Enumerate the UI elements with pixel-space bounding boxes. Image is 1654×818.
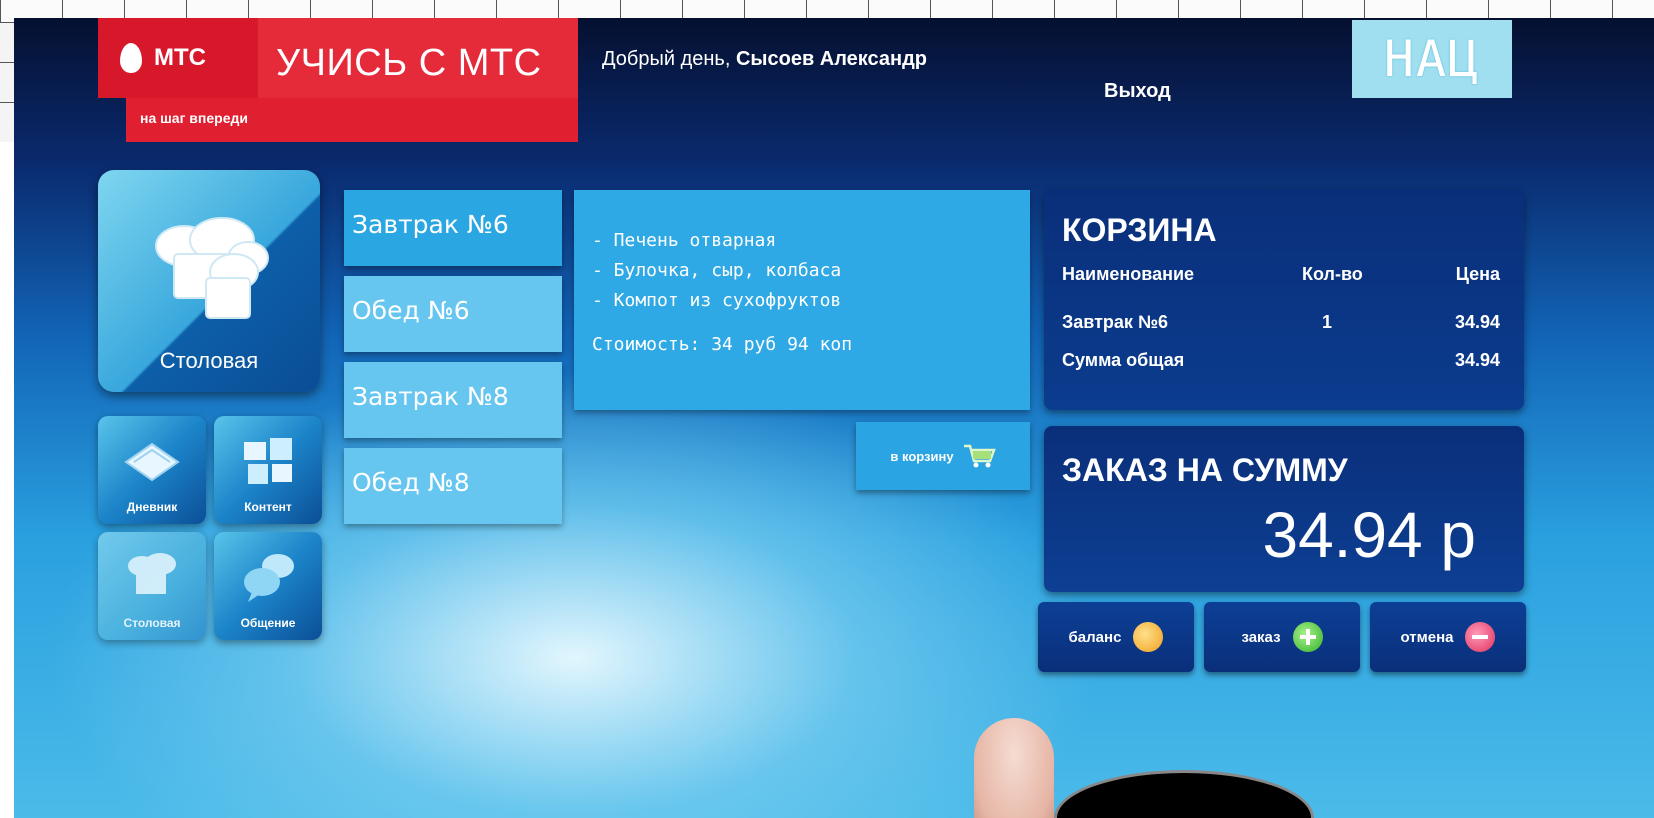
cart-header-row: Наименование Кол-во Цена <box>1062 264 1500 294</box>
order-title: ЗАКАЗ НА СУММУ <box>1062 452 1348 488</box>
mts-egg-icon <box>120 43 142 73</box>
menu-item-breakfast-6[interactable]: Завтрак №6 <box>344 190 562 266</box>
kiosk-screen: МТС УЧИСЬ С МТС на шаг впереди Добрый де… <box>14 18 1654 818</box>
order-label: заказ <box>1241 628 1281 646</box>
finger-pointer <box>974 718 1054 818</box>
plus-icon <box>1292 622 1323 652</box>
cancel-label: отмена <box>1400 628 1454 646</box>
shopping-cart-icon <box>963 444 996 468</box>
tile-diary[interactable]: Дневник <box>98 416 206 524</box>
tile-communication[interactable]: Общение <box>214 532 322 640</box>
canteen-main-label: Столовая <box>159 348 259 373</box>
order-button[interactable]: заказ <box>1204 602 1360 672</box>
meal-detail-line: - Булочка, сыр, колбаса <box>592 260 842 281</box>
chef-hat-icon <box>155 217 269 319</box>
brand-tagline: на шаг впереди <box>140 110 248 126</box>
tile-content-label: Контент <box>244 500 292 514</box>
cart-col-name: Наименование <box>1062 264 1195 284</box>
app-title: УЧИСЬ С МТС <box>276 42 542 84</box>
meal-detail-line: - Печень отварная <box>592 230 777 251</box>
cart-col-qty: Кол-во <box>1302 264 1363 284</box>
tile-content[interactable]: Контент <box>214 416 322 524</box>
chef-hat-icon <box>128 553 176 594</box>
cancel-button[interactable]: отмена <box>1370 602 1526 672</box>
minus-icon <box>1465 622 1496 652</box>
cart-total-value: 34.94 <box>1454 350 1500 370</box>
mts-logo: МТС <box>98 18 258 98</box>
cart-title: КОРЗИНА <box>1062 212 1217 248</box>
tile-communication-label: Общение <box>240 616 296 630</box>
cart-total-row: Сумма общая 34.94 <box>1062 350 1500 380</box>
cart-row-qty: 1 <box>1322 312 1333 332</box>
partner-logo: НАЦ <box>1352 20 1512 98</box>
cart-row-name: Завтрак №6 <box>1062 312 1169 332</box>
chat-icon <box>244 554 294 602</box>
cart-panel: КОРЗИНА Наименование Кол-во Цена Завтрак… <box>1044 190 1524 410</box>
user-greeting: Добрый день, Сысоев Александр <box>602 48 927 71</box>
logout-button[interactable]: Выход <box>1104 80 1171 103</box>
blocks-icon <box>244 438 292 484</box>
tile-diary-label: Дневник <box>126 500 178 514</box>
balance-button[interactable]: баланс <box>1038 602 1194 672</box>
add-to-cart-label: в корзину <box>890 448 954 464</box>
meal-cost: Стоимость: 34 руб 94 коп <box>592 334 853 355</box>
tile-canteen[interactable]: Столовая <box>98 532 206 640</box>
book-icon <box>124 442 180 482</box>
meal-detail-line: - Компот из сухофруктов <box>592 290 842 311</box>
mts-brand-text: МТС <box>154 44 206 71</box>
greeting-prefix: Добрый день, <box>602 48 731 70</box>
order-total-amount: 34.94 р <box>1262 499 1476 571</box>
menu-item-breakfast-8[interactable]: Завтрак №8 <box>344 362 562 438</box>
cart-total-label: Сумма общая <box>1062 350 1185 370</box>
canteen-main-tile[interactable]: Столовая <box>98 170 320 392</box>
coins-icon <box>1133 622 1164 652</box>
menu-item-lunch-8[interactable]: Обед №8 <box>344 448 562 524</box>
cart-row: Завтрак №6 1 34.94 <box>1062 312 1500 342</box>
cart-col-price: Цена <box>1455 264 1500 284</box>
balance-label: баланс <box>1068 628 1122 646</box>
handheld-device <box>1054 770 1314 818</box>
add-to-cart-button[interactable]: в корзину <box>856 422 1030 490</box>
cart-row-price: 34.94 <box>1454 312 1500 332</box>
order-total-panel: ЗАКАЗ НА СУММУ 34.94 р <box>1044 426 1524 592</box>
tile-canteen-label: Столовая <box>123 616 181 630</box>
menu-item-lunch-6[interactable]: Обед №6 <box>344 276 562 352</box>
user-name: Сысоев Александр <box>735 48 928 70</box>
meal-detail-panel: - Печень отварная - Булочка, сыр, колбас… <box>574 190 1030 410</box>
background-grid-left <box>0 22 14 142</box>
